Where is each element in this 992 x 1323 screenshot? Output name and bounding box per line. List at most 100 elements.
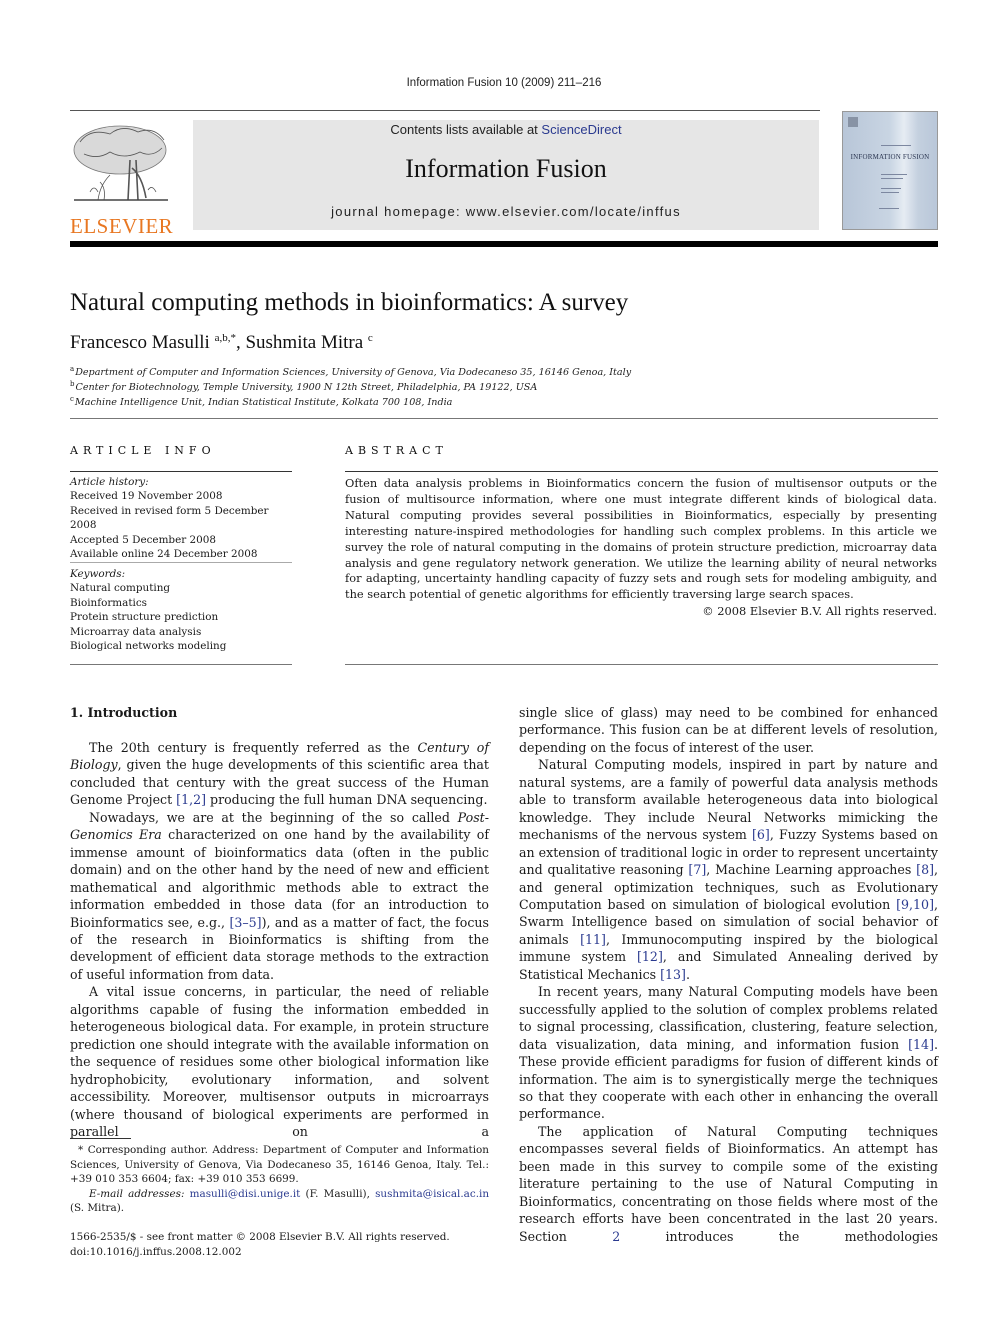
affiliation-text: Machine Intelligence Unit, Indian Statis…: [74, 397, 453, 408]
masthead-rule: [70, 241, 938, 247]
affiliation-text: Department of Computer and Information S…: [75, 367, 632, 378]
divider: [70, 562, 292, 563]
affiliation-mark: b: [70, 380, 75, 388]
body-column-right: single slice of glass) may need to be co…: [519, 704, 938, 1245]
running-head: Information Fusion 10 (2009) 211–216: [406, 77, 602, 89]
sciencedirect-link[interactable]: ScienceDirect: [541, 122, 621, 137]
journal-homepage-link[interactable]: journal homepage: www.elsevier.com/locat…: [193, 204, 819, 219]
footnote-rule: [70, 1138, 131, 1139]
section-link[interactable]: 2: [612, 1229, 620, 1244]
issn-line: 1566-2535/$ - see front matter © 2008 El…: [70, 1231, 450, 1243]
affiliation-mark: a: [70, 365, 75, 373]
citation-link[interactable]: [3–5]: [229, 915, 261, 930]
text: The application of Natural Computing tec…: [519, 1123, 938, 1244]
citation-link[interactable]: [14]: [908, 1037, 934, 1052]
history-item: Available online 24 December 2008: [70, 548, 258, 561]
keyword[interactable]: Protein structure prediction: [70, 610, 292, 624]
divider: [70, 471, 292, 472]
paragraph: The 20th century is frequently referred …: [70, 739, 489, 809]
paragraph: Nowadays, we are at the beginning of the…: [70, 809, 489, 984]
affiliation-mark: c: [70, 395, 74, 403]
citation-link[interactable]: [8]: [916, 862, 934, 877]
text: The 20th century is frequently referred …: [89, 740, 418, 755]
history-item: Received 19 November 2008: [70, 490, 223, 503]
author-name[interactable]: Francesco Masulli: [70, 332, 210, 353]
text: (S. Mitra).: [70, 1202, 125, 1215]
author-name[interactable]: Sushmita Mitra: [245, 332, 363, 353]
front-matter: 1566-2535/$ - see front matter © 2008 El…: [70, 1230, 450, 1259]
footnote: * Corresponding author. Address: Departm…: [70, 1143, 489, 1216]
keyword[interactable]: Biological networks modeling: [70, 639, 292, 653]
text: (F. Masulli),: [300, 1187, 376, 1200]
paragraph: Natural Computing models, inspired in pa…: [519, 756, 938, 983]
contents-line: Contents lists available at ScienceDirec…: [193, 122, 819, 137]
history-item: Accepted 5 December 2008: [70, 533, 216, 546]
divider: [70, 664, 292, 665]
citation-link[interactable]: [13]: [660, 967, 686, 982]
email-link[interactable]: sushmita@isical.ac.in: [375, 1188, 489, 1200]
divider: [345, 664, 938, 665]
keywords-label: Keywords:: [70, 568, 126, 580]
paragraph: A vital issue concerns, in particular, t…: [70, 984, 489, 1139]
email-note: E-mail addresses: masulli@disi.unige.it …: [70, 1187, 489, 1216]
paragraph: In recent years, many Natural Computing …: [519, 983, 938, 1123]
corresponding-author-note: * Corresponding author. Address: Departm…: [70, 1144, 489, 1186]
text: In recent years, many Natural Computing …: [519, 984, 938, 1052]
text: producing the full human DNA sequencing.: [206, 792, 488, 808]
citation-link[interactable]: [1,2]: [176, 792, 206, 807]
cover-title: INFORMATION FUSION: [850, 153, 930, 161]
affiliation: aDepartment of Computer and Information …: [70, 365, 631, 378]
journal-title: Information Fusion: [405, 154, 607, 183]
cover-publisher-icon: [848, 117, 858, 127]
keywords: Keywords: Natural computing Bioinformati…: [70, 567, 292, 653]
cover-line: [881, 174, 907, 175]
abstract-copyright: © 2008 Elsevier B.V. All rights reserved…: [702, 604, 937, 618]
elsevier-tree-logo-icon: [73, 125, 168, 201]
cover-line: [881, 188, 901, 189]
text: introduces the methodologies: [620, 1228, 938, 1244]
cover-line: [881, 192, 899, 193]
email-link[interactable]: masulli@disi.unige.it: [190, 1188, 301, 1200]
citation-link[interactable]: [9,10]: [896, 897, 934, 912]
article-info-heading: ARTICLE INFO: [70, 444, 216, 457]
article-history: Article history: Received 19 November 20…: [70, 475, 292, 561]
text: .: [685, 966, 690, 982]
paragraph: The application of Natural Computing tec…: [519, 1123, 938, 1245]
section-heading: 1. Introduction: [70, 705, 178, 720]
citation-link[interactable]: [12]: [637, 949, 663, 964]
citation-link[interactable]: [7]: [688, 862, 706, 877]
keyword[interactable]: Microarray data analysis: [70, 625, 292, 639]
journal-banner: Contents lists available at ScienceDirec…: [193, 120, 819, 230]
affiliation-text: Center for Biotechnology, Temple Univers…: [75, 382, 538, 393]
author-affiliation-marks: c: [367, 332, 373, 344]
doi-link[interactable]: doi:10.1016/j.inffus.2008.12.002: [70, 1245, 450, 1260]
elsevier-wordmark: ELSEVIER: [70, 214, 174, 238]
keyword[interactable]: Natural computing: [70, 581, 292, 595]
text: Nowadays, we are at the beginning of the…: [89, 809, 458, 825]
journal-cover-icon[interactable]: INFORMATION FUSION: [842, 111, 938, 230]
email-label: E-mail addresses:: [89, 1187, 185, 1200]
history-item: Received in revised form 5 December 2008: [70, 504, 269, 532]
citation-link[interactable]: [6]: [752, 827, 770, 842]
history-label: Article history:: [70, 476, 149, 488]
abstract-text: Often data analysis problems in Bioinfor…: [345, 476, 937, 602]
affiliation: bCenter for Biotechnology, Temple Univer…: [70, 380, 537, 393]
paragraph: single slice of glass) may need to be co…: [519, 705, 938, 755]
keyword[interactable]: Bioinformatics: [70, 596, 292, 610]
divider: [70, 418, 938, 419]
affiliation: cMachine Intelligence Unit, Indian Stati…: [70, 395, 452, 408]
author-list: Francesco Masulli a,b,*, Sushmita Mitra …: [70, 332, 373, 354]
elsevier-logo[interactable]: ELSEVIER: [70, 120, 173, 238]
cover-line: [881, 178, 903, 179]
header-rule: [70, 110, 820, 111]
article-title: Natural computing methods in bioinformat…: [70, 289, 629, 316]
abstract-heading: ABSTRACT: [345, 444, 448, 457]
citation-link[interactable]: [11]: [580, 932, 606, 947]
text: , Machine Learning approaches: [706, 862, 917, 878]
author-affiliation-marks: a,b,*: [214, 332, 236, 344]
cover-line: [881, 145, 911, 146]
cover-line: [879, 208, 899, 209]
divider: [345, 471, 938, 472]
contents-prefix: Contents lists available at: [390, 122, 542, 137]
body-column-left: The 20th century is frequently referred …: [70, 739, 489, 1140]
